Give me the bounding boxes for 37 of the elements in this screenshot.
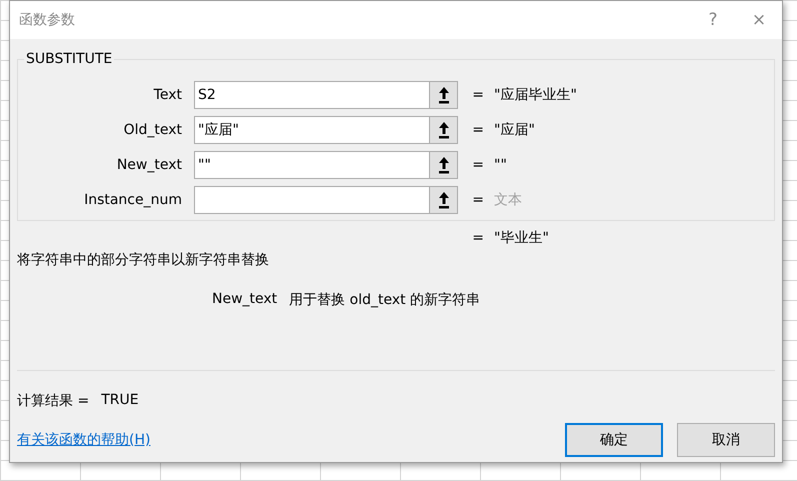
argument-value: "" [494, 156, 507, 172]
upload-arrow-icon [438, 156, 450, 174]
collapse-button[interactable] [430, 186, 458, 214]
argument-field[interactable] [194, 186, 430, 214]
argument-label: Text [152, 86, 183, 102]
collapse-button[interactable] [430, 116, 458, 144]
argument-value: "应届毕业生" [494, 86, 577, 104]
equals-sign: = [471, 230, 485, 246]
upload-arrow-icon [438, 120, 450, 138]
close-button[interactable]: × [736, 1, 782, 39]
result-label: 计算结果 = [17, 392, 90, 410]
argument-field[interactable]: "应届" [194, 116, 430, 144]
ok-button[interactable]: 确定 [565, 423, 663, 457]
upload-arrow-icon [438, 86, 450, 104]
result-value: TRUE [101, 392, 139, 410]
equals-sign: = [471, 156, 485, 172]
collapse-button[interactable] [430, 150, 458, 178]
equals-sign: = [471, 86, 485, 102]
argument-label: Old_text [122, 122, 183, 138]
argument-description: 用于替换 old_text 的新字符串 [289, 291, 480, 309]
upload-arrow-icon [438, 190, 450, 208]
argument-label: New_text [116, 156, 183, 172]
argument-field[interactable]: S2 [194, 80, 430, 108]
function-description: 将字符串中的部分字符串以新字符串替换 [17, 251, 270, 269]
argument-value: 文本 [494, 190, 522, 208]
argument-label: Instance_num [83, 192, 183, 208]
collapse-button[interactable] [430, 80, 458, 108]
formula-result: "毕业生" [494, 229, 549, 247]
cancel-button[interactable]: 取消 [677, 423, 775, 457]
equals-sign: = [471, 122, 485, 138]
help-button[interactable]: ? [690, 1, 736, 39]
help-link[interactable]: 有关该函数的帮助(H) [17, 431, 551, 449]
argument-name: New_text [212, 291, 278, 309]
equals-sign: = [471, 192, 485, 208]
window-title: 函数参数 [19, 11, 76, 29]
argument-value: "应届" [494, 120, 535, 138]
argument-field[interactable]: "" [194, 150, 430, 178]
